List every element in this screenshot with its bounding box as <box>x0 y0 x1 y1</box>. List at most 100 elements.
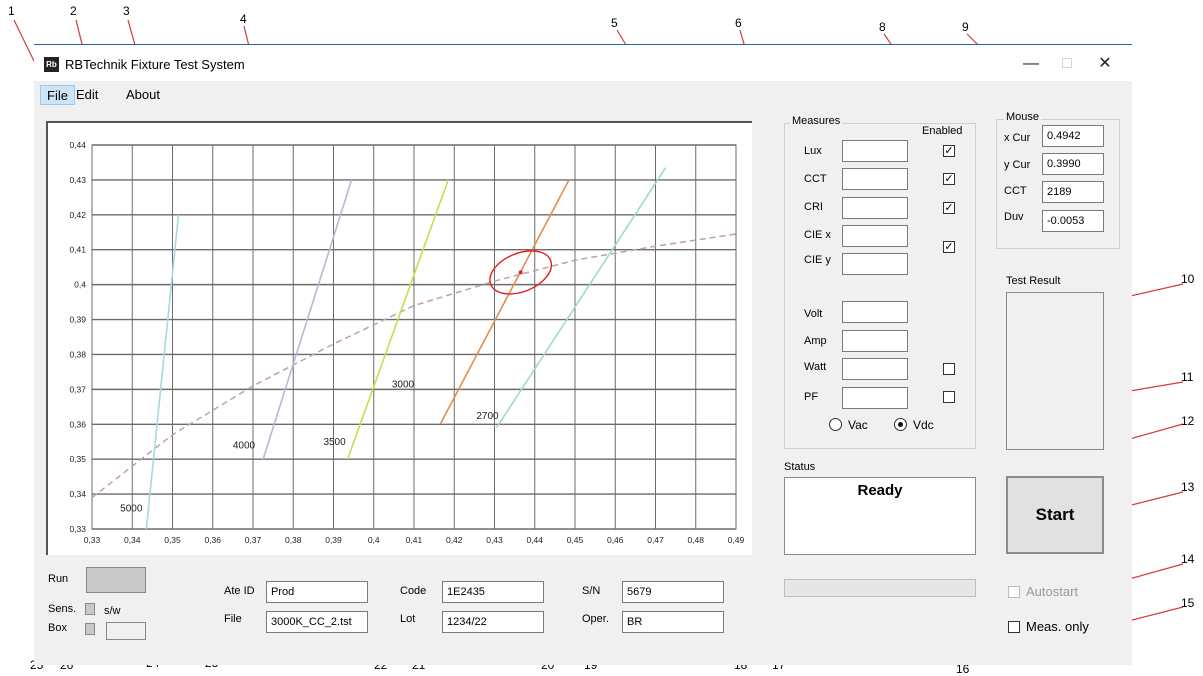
menu-about[interactable]: About <box>120 85 166 105</box>
minimize-button[interactable]: — <box>1014 53 1048 75</box>
ciex-field[interactable] <box>842 225 908 247</box>
lux-enabled-checkbox[interactable]: ✓ <box>943 145 955 157</box>
x-tick-label: 0,36 <box>204 535 221 545</box>
mouse-cct-field[interactable]: 2189 <box>1042 181 1104 203</box>
mouse-label-cct: CCT <box>1004 185 1027 197</box>
cct-label-4000: 4000 <box>233 441 256 452</box>
mouse-label-xcur: x Cur <box>1004 132 1031 144</box>
x-tick-label: 0,37 <box>245 535 262 545</box>
x-tick-label: 0,44 <box>526 535 543 545</box>
measure-label-cct: CCT <box>804 173 827 185</box>
callout-3: 3 <box>123 4 130 18</box>
callout-11: 11 <box>1181 370 1194 384</box>
maximize-button[interactable]: □ <box>1050 53 1084 75</box>
oper-field[interactable]: BR <box>622 611 724 633</box>
cie-chart[interactable]: 0,33 0,34 0,35 0,36 0,37 0,38 0,39 0,4 0,41 0,42 0… <box>48 123 752 555</box>
x-tick-label: 0,45 <box>567 535 584 545</box>
measure-label-ciex: CIE x <box>804 229 831 241</box>
meas-only-checkbox[interactable] <box>1008 621 1020 633</box>
close-button[interactable]: ✕ <box>1088 53 1122 75</box>
pf-enabled-checkbox[interactable] <box>943 391 955 403</box>
sens-indicator <box>85 603 95 615</box>
box-indicator <box>85 623 95 635</box>
sw-label: s/w <box>104 605 121 617</box>
measure-label-volt: Volt <box>804 308 823 320</box>
x-tick-label: 0,33 <box>84 535 101 545</box>
y-tick-label: 0,38 <box>69 349 86 359</box>
x-tick-label: 0,41 <box>406 535 423 545</box>
x-tick-label: 0,4 <box>368 535 380 545</box>
callout-4: 4 <box>240 12 247 26</box>
sn-field[interactable]: 5679 <box>622 581 724 603</box>
code-field[interactable]: 1E2435 <box>442 581 544 603</box>
cct-field[interactable] <box>842 168 908 190</box>
callout-13: 13 <box>1181 480 1195 494</box>
code-label: Code <box>400 585 427 597</box>
x-tick-label: 0,35 <box>164 535 181 545</box>
cct-label-5000: 5000 <box>120 504 143 515</box>
y-tick-label: 0,41 <box>69 245 86 255</box>
enabled-label: Enabled <box>922 125 963 137</box>
sn-label: S/N <box>582 585 601 597</box>
y-tick-label: 0,34 <box>69 489 86 499</box>
cct-label-3000: 3000 <box>392 380 415 391</box>
volt-field[interactable] <box>842 301 908 323</box>
autostart-checkbox[interactable] <box>1008 586 1020 598</box>
run-label: Run <box>48 573 69 585</box>
vac-radio[interactable] <box>829 418 842 431</box>
duv-field[interactable]: -0.0053 <box>1042 210 1104 232</box>
watt-field[interactable] <box>842 358 908 380</box>
callout-14: 14 <box>1181 552 1195 566</box>
watt-enabled-checkbox[interactable] <box>943 363 955 375</box>
test-result-box <box>1006 292 1104 450</box>
cie-enabled-checkbox[interactable]: ✓ <box>943 241 955 253</box>
cri-enabled-checkbox[interactable]: ✓ <box>943 202 955 214</box>
cct-label-3500: 3500 <box>323 437 346 448</box>
measure-label-amp: Amp <box>804 335 827 347</box>
ciey-field[interactable] <box>842 253 908 275</box>
y-tick-label: 0,36 <box>69 419 86 429</box>
y-tick-label: 0,44 <box>69 140 86 150</box>
lot-label: Lot <box>400 613 416 625</box>
vdc-label: Vdc <box>913 418 934 432</box>
test-result-label: Test Result <box>1006 275 1061 287</box>
callout-2: 2 <box>70 4 77 18</box>
ate-id-field[interactable]: Prod <box>266 581 368 603</box>
cct-enabled-checkbox[interactable]: ✓ <box>943 173 955 185</box>
run-indicator <box>86 567 146 593</box>
progress-bar <box>784 579 976 597</box>
measure-label-lux: Lux <box>804 145 822 157</box>
sw-version-box <box>106 622 146 640</box>
title-bar: Rb RBTechnik Fixture Test System — □ ✕ <box>34 45 1132 81</box>
lux-field[interactable] <box>842 140 908 162</box>
cri-field[interactable] <box>842 197 908 219</box>
xcur-field[interactable]: 0.4942 <box>1042 125 1104 147</box>
file-field[interactable]: 3000K_CC_2.tst <box>266 611 368 633</box>
lot-field[interactable]: 1234/22 <box>442 611 544 633</box>
x-tick-label: 0,43 <box>486 535 503 545</box>
callout-9: 9 <box>962 20 969 34</box>
app-logo-icon: Rb <box>44 57 59 72</box>
callout-12: 12 <box>1181 414 1195 428</box>
oper-label: Oper. <box>582 613 609 625</box>
start-button[interactable]: Start <box>1006 476 1104 554</box>
menu-edit[interactable]: Edit <box>70 85 104 105</box>
measure-label-pf: PF <box>804 391 819 403</box>
callout-8: 8 <box>879 20 886 34</box>
x-tick-label: 0,38 <box>285 535 302 545</box>
y-tick-label: 0,35 <box>69 454 86 464</box>
measure-label-ciey: CIE y <box>804 254 831 266</box>
mouse-title: Mouse <box>1004 111 1042 123</box>
pf-field[interactable] <box>842 387 908 409</box>
measurement-marker <box>518 270 523 275</box>
autostart-label: Autostart <box>1026 584 1079 599</box>
x-tick-label: 0,48 <box>687 535 704 545</box>
app-window: Rb RBTechnik Fixture Test System — □ ✕ F… <box>34 44 1132 665</box>
mouse-label-duv: Duv <box>1004 211 1024 223</box>
vdc-radio[interactable] <box>894 418 907 431</box>
callout-15: 15 <box>1181 596 1195 610</box>
y-tick-label: 0,43 <box>69 175 86 185</box>
window-title: RBTechnik Fixture Test System <box>65 57 245 72</box>
amp-field[interactable] <box>842 330 908 352</box>
ycur-field[interactable]: 0.3990 <box>1042 153 1104 175</box>
